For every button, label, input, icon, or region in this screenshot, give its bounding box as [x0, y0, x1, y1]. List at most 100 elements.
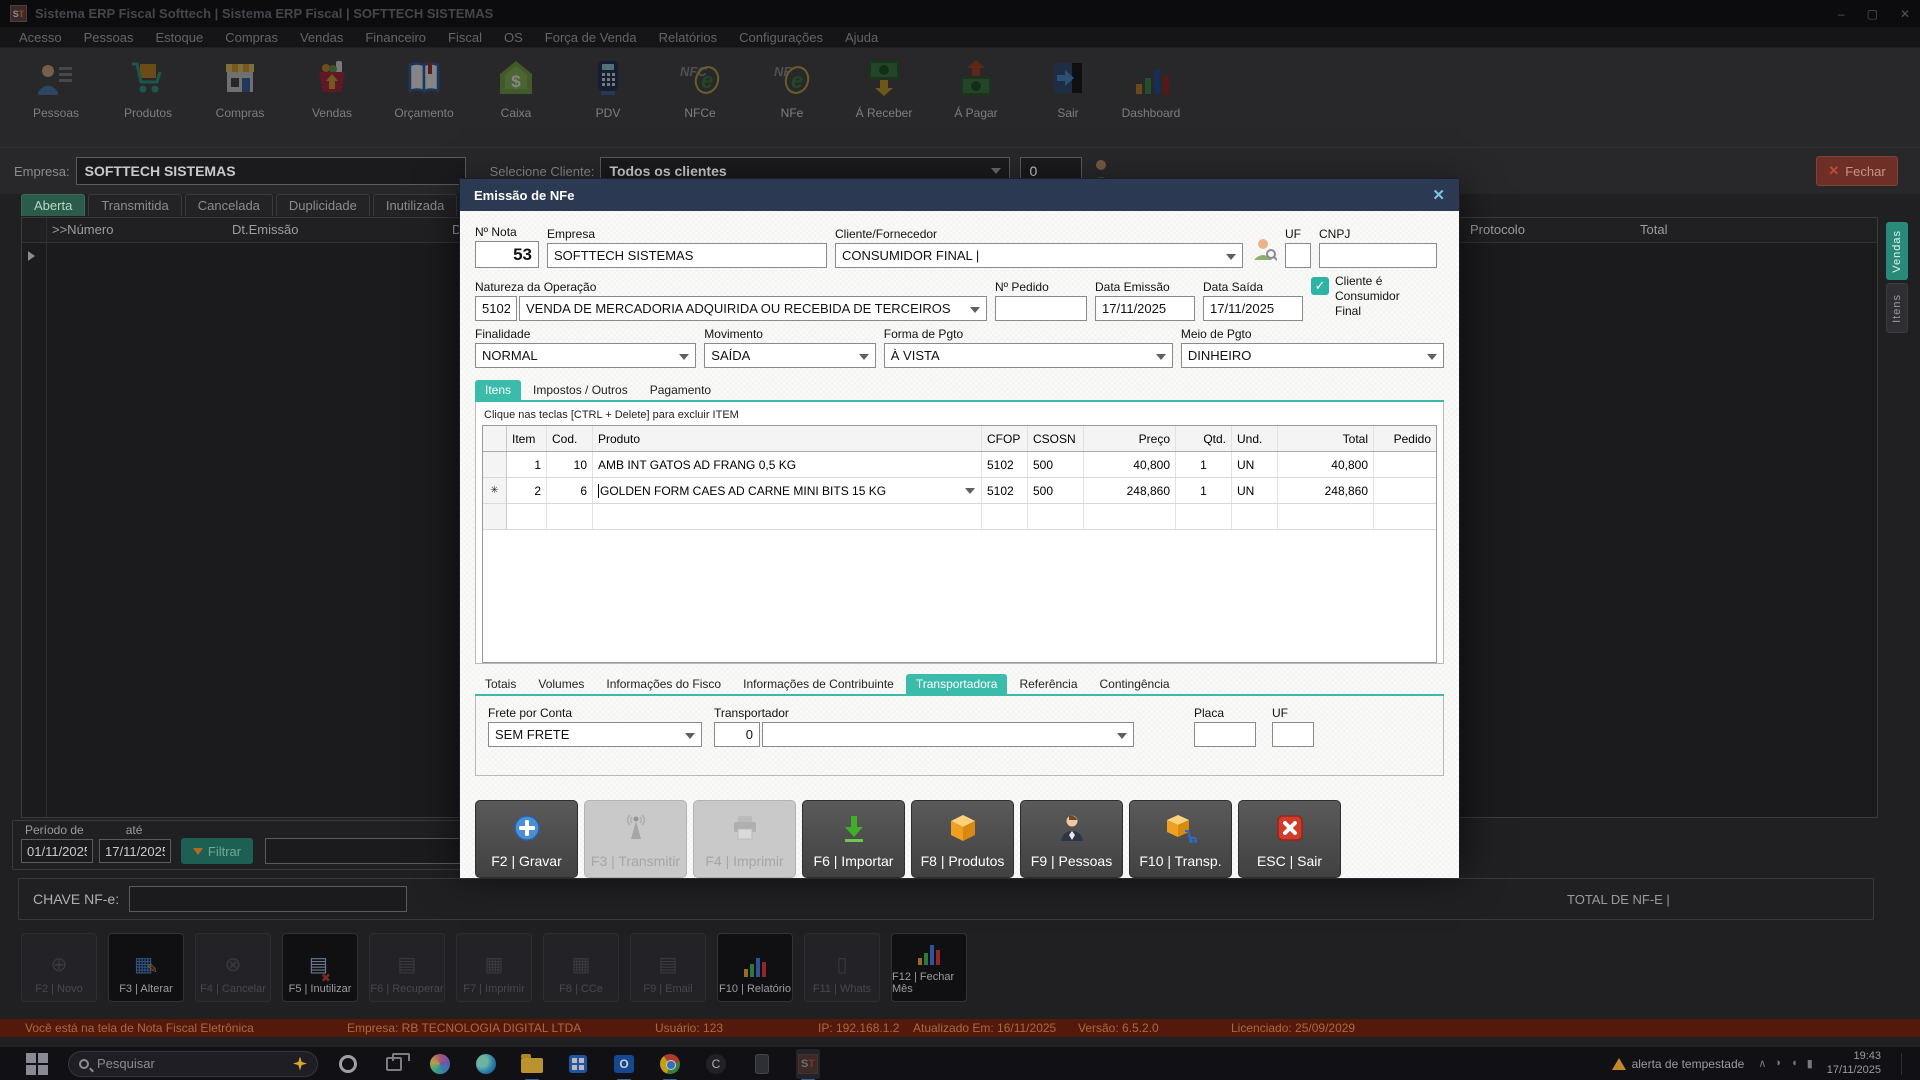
- edge-icon[interactable]: [474, 1052, 498, 1076]
- empresa-dialog-input[interactable]: [547, 243, 827, 268]
- tab-aberta[interactable]: Aberta: [21, 194, 85, 216]
- table-row[interactable]: 1 10 AMB INT GATOS AD FRANG 0,5 KG 5102 …: [483, 452, 1436, 478]
- meio-pgto-combo[interactable]: DINHEIRO: [1181, 343, 1444, 368]
- f2-gravar-button[interactable]: F2 | Gravar: [475, 800, 578, 878]
- toolbar-pessoas[interactable]: Pessoas: [12, 56, 100, 120]
- chrome-icon[interactable]: [658, 1052, 682, 1076]
- softtech-app-icon[interactable]: ST: [796, 1052, 820, 1076]
- taskbar-clock[interactable]: 19:43 17/11/2025: [1827, 1050, 1881, 1078]
- toolbar-nfe[interactable]: NFe NFe: [748, 56, 836, 120]
- placa-input[interactable]: [1194, 722, 1256, 747]
- notes-app-icon[interactable]: [750, 1052, 774, 1076]
- natureza-combo[interactable]: VENDA DE MERCADORIA ADQUIRIDA OU RECEBID…: [519, 296, 987, 321]
- menu-estoque[interactable]: Estoque: [145, 30, 215, 45]
- tab-volumes[interactable]: Volumes: [528, 674, 594, 694]
- tab-referencia[interactable]: Referência: [1009, 674, 1087, 694]
- table-row[interactable]: ✳ 2 6 GOLDEN FORM CAES AD CARNE MINI BIT…: [483, 478, 1436, 504]
- tray-network-icon[interactable]: ◗: [1775, 1057, 1782, 1070]
- f8-cce-button[interactable]: ▦F8 | CCe: [543, 933, 619, 1002]
- ms-store-icon[interactable]: [566, 1052, 590, 1076]
- tab-totais[interactable]: Totais: [475, 674, 526, 694]
- toolbar-nfce[interactable]: NFCe NFCe: [656, 56, 744, 120]
- menu-pessoas[interactable]: Pessoas: [73, 30, 145, 45]
- f9-pessoas-button[interactable]: F9 | Pessoas: [1020, 800, 1123, 878]
- menu-acesso[interactable]: Acesso: [8, 30, 73, 45]
- show-desktop-button[interactable]: [1901, 1053, 1906, 1075]
- menu-os[interactable]: OS: [493, 30, 534, 45]
- menu-fiscal[interactable]: Fiscal: [437, 30, 493, 45]
- menu-compras[interactable]: Compras: [214, 30, 289, 45]
- claude-icon[interactable]: C: [704, 1052, 728, 1076]
- menu-forca-de-venda[interactable]: Força de Venda: [534, 30, 648, 45]
- copilot-icon[interactable]: [428, 1052, 452, 1076]
- pedido-input[interactable]: [995, 296, 1087, 321]
- fechar-button[interactable]: ✕ Fechar: [1816, 156, 1898, 186]
- toolbar-pdv[interactable]: PDV: [564, 56, 652, 120]
- f6-recuperar-button[interactable]: ▤F6 | Recuperar: [369, 933, 445, 1002]
- tray-sound-icon[interactable]: ◖: [1791, 1057, 1798, 1070]
- toolbar-produtos[interactable]: Produtos: [104, 56, 192, 120]
- tab-pagamento[interactable]: Pagamento: [640, 380, 721, 400]
- toolbar-caixa[interactable]: $ Caixa: [472, 56, 560, 120]
- cnpj-input[interactable]: [1319, 243, 1437, 268]
- minimize-icon[interactable]: –: [1838, 7, 1845, 21]
- weather-alert[interactable]: alerta de tempestade: [1612, 1057, 1745, 1071]
- tab-informacoes-contribuinte[interactable]: Informações de Contribuinte: [733, 674, 904, 694]
- f8-produtos-button[interactable]: F8 | Produtos: [911, 800, 1014, 878]
- toolbar-dashboard[interactable]: Dashboard: [1116, 56, 1186, 120]
- outlook-icon[interactable]: O: [612, 1052, 636, 1076]
- transportador-code-input[interactable]: [714, 722, 760, 747]
- toolbar-a-pagar[interactable]: Á Pagar: [932, 56, 1020, 120]
- file-explorer-icon[interactable]: [520, 1052, 544, 1076]
- person-lookup-icon[interactable]: [1251, 236, 1277, 268]
- side-tab-vendas[interactable]: Vendas: [1886, 222, 1908, 280]
- forma-pgto-combo[interactable]: À VISTA: [884, 343, 1173, 368]
- menu-ajuda[interactable]: Ajuda: [834, 30, 889, 45]
- menu-financeiro[interactable]: Financeiro: [354, 30, 437, 45]
- maximize-icon[interactable]: ▢: [1867, 7, 1878, 21]
- tab-informacoes-fisco[interactable]: Informações do Fisco: [596, 674, 731, 694]
- f4-cancelar-button[interactable]: ⊗F4 | Cancelar: [195, 933, 271, 1002]
- f3-alterar-button[interactable]: ▦✎F3 | Alterar: [108, 933, 184, 1002]
- empresa-input[interactable]: [76, 157, 466, 185]
- f12-fechar-mes-button[interactable]: F12 | Fechar Mês: [891, 933, 967, 1002]
- menu-relatorios[interactable]: Relatórios: [648, 30, 729, 45]
- esc-sair-button[interactable]: ESC | Sair: [1238, 800, 1341, 878]
- f10-relatorio-button[interactable]: F10 | Relatório: [717, 933, 793, 1002]
- transporte-uf-input[interactable]: [1272, 722, 1314, 747]
- f9-email-button[interactable]: ▤F9 | Email: [630, 933, 706, 1002]
- tab-transmitida[interactable]: Transmitida: [88, 194, 181, 216]
- opera-icon[interactable]: [336, 1052, 360, 1076]
- f10-transp-button[interactable]: F10 | Transp.: [1129, 800, 1232, 878]
- f7-imprimir-button[interactable]: ▦F7 | Imprimir: [456, 933, 532, 1002]
- chave-nfe-input[interactable]: [129, 886, 407, 912]
- frete-combo[interactable]: SEM FRETE: [488, 722, 702, 747]
- f11-whats-button[interactable]: ▯F11 | Whats: [804, 933, 880, 1002]
- tab-transportadora[interactable]: Transportadora: [906, 674, 1008, 694]
- period-from-input[interactable]: [21, 839, 93, 863]
- cliente-fornecedor-combo[interactable]: CONSUMIDOR FINAL |: [835, 243, 1243, 268]
- natureza-code-input[interactable]: [475, 296, 517, 321]
- toolbar-sair[interactable]: Sair: [1024, 56, 1112, 120]
- uf-input[interactable]: [1285, 243, 1311, 268]
- tab-duplicidade[interactable]: Duplicidade: [276, 194, 370, 216]
- movimento-combo[interactable]: SAÍDA: [704, 343, 875, 368]
- produto-cell-editor[interactable]: GOLDEN FORM CAES AD CARNE MINI BITS 15 K…: [593, 478, 982, 503]
- menu-configuracoes[interactable]: Configurações: [728, 30, 834, 45]
- f6-importar-button[interactable]: F6 | Importar: [802, 800, 905, 878]
- dialog-close-icon[interactable]: ✕: [1432, 186, 1445, 204]
- tab-impostos-outros[interactable]: Impostos / Outros: [523, 380, 638, 400]
- toolbar-vendas[interactable]: Vendas: [288, 56, 376, 120]
- finalidade-combo[interactable]: NORMAL: [475, 343, 696, 368]
- f5-inutilizar-button[interactable]: ▤✖F5 | Inutilizar: [282, 933, 358, 1002]
- start-button-icon[interactable]: [24, 1051, 50, 1077]
- tab-itens[interactable]: Itens: [475, 380, 521, 400]
- close-icon[interactable]: ✕: [1900, 7, 1910, 21]
- tray-expand-icon[interactable]: ∧: [1758, 1057, 1766, 1070]
- tab-cancelada[interactable]: Cancelada: [185, 194, 273, 216]
- toolbar-orcamento[interactable]: Orçamento: [380, 56, 468, 120]
- transportador-combo[interactable]: [762, 722, 1134, 747]
- side-tab-itens[interactable]: Itens: [1886, 283, 1908, 333]
- task-view-icon[interactable]: [382, 1052, 406, 1076]
- checkbox-checked-icon[interactable]: ✓: [1311, 277, 1329, 295]
